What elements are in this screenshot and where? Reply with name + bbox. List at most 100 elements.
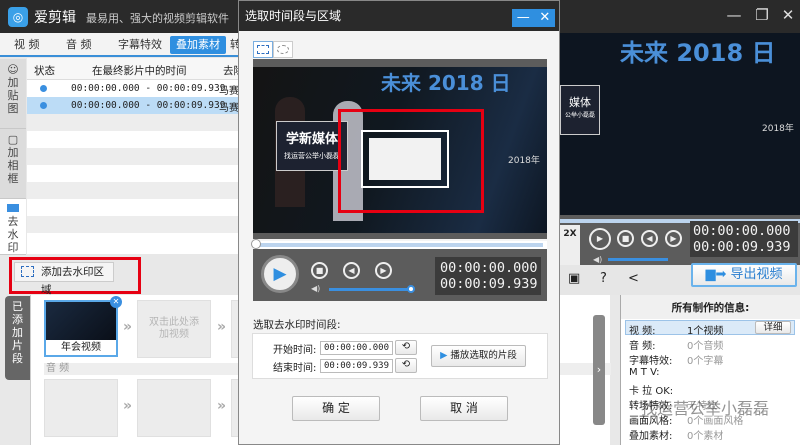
side-tab-frame[interactable]: ▢ 加相框 (0, 129, 26, 199)
side-tab-watermark[interactable]: 去水印 (0, 199, 26, 255)
close-button[interactable]: ✕ (778, 6, 798, 24)
stop-icon[interactable]: ■ (311, 262, 328, 279)
tab-overlay[interactable]: 叠加素材 (170, 36, 226, 54)
stop-icon[interactable]: ■ (617, 230, 634, 247)
main-preview-video: 未来 2018 日 媒体 公举小磊磊 2018年 (560, 33, 800, 215)
export-video-button[interactable]: ▆➡ 导出视频 (691, 263, 797, 287)
set-start-time-icon[interactable]: ⟲ (395, 340, 417, 355)
start-time-input[interactable]: 00:00:00.000 (320, 341, 393, 355)
info-row: 字幕特效: 0个字幕 (629, 356, 724, 367)
header-status: 状态 (34, 65, 55, 77)
info-title: 所有制作的信息: (621, 295, 800, 319)
clip-image (46, 302, 116, 340)
cancel-button[interactable]: 取 消 (420, 396, 508, 421)
info-row: 音 频: 0个音频 (629, 341, 724, 352)
video-banner-text: 未来 2018 日 (381, 71, 511, 95)
sticker-icon: ☺ (7, 63, 19, 76)
header-time: 在最终影片中的时间 (92, 65, 187, 77)
watermark-overlay: 找运营公举小磊磊 (641, 399, 770, 418)
table-row[interactable]: 00:00:00.000 - 00:00:09.939马赛克 (27, 80, 238, 97)
speed-button[interactable]: 2X (560, 225, 580, 265)
minimize-button[interactable]: — (724, 6, 744, 24)
dialog-seek-bar[interactable] (251, 239, 547, 249)
app-name: 爱剪辑 (34, 10, 76, 26)
seek-handle[interactable] (251, 239, 261, 249)
set-end-time-icon[interactable]: ⟲ (395, 358, 417, 373)
export-icon: ▆➡ (705, 267, 731, 282)
added-clips-tab[interactable]: 已添加片段 (5, 296, 30, 380)
dialog-controls: ▶ ■ ◀ ▶ ◀) 00:00:00.000 00:00:09.939 (253, 249, 547, 301)
add-watermark-region-button[interactable]: 添加去水印区域 (14, 262, 114, 296)
preview-time-display: 00:00:00.000 00:00:09.939 (690, 221, 798, 257)
start-time-label: 开始时间: (273, 345, 317, 356)
next-frame-icon[interactable]: ▶ (375, 262, 392, 279)
info-row: 叠加素材: 0个素材 (629, 431, 724, 442)
header-method: 去除 (223, 65, 238, 77)
prev-frame-icon[interactable]: ◀ (641, 230, 658, 247)
add-video-slot[interactable]: 双击此处添加视频 (137, 300, 211, 358)
volume-slider[interactable] (329, 285, 415, 293)
clip-label: 年会视频 (61, 342, 101, 353)
share-icon[interactable]: < (628, 271, 639, 286)
dialog-close-icon[interactable]: ✕ (539, 9, 550, 27)
save-icon[interactable]: ▣ (568, 271, 580, 286)
preview-date-text: 2018年 (762, 124, 794, 134)
film-reel-icon: ◎ (8, 7, 28, 27)
arrow-icon: » (123, 319, 133, 335)
end-time-input[interactable]: 00:00:09.939 (320, 359, 393, 373)
clip-thumbnail[interactable]: 年会视频 ✕ (44, 296, 122, 357)
rectangle-select-icon[interactable] (253, 41, 273, 58)
audio-slot[interactable] (137, 379, 211, 437)
preview-banner-text: 未来 2018 日 (620, 39, 776, 67)
table-row[interactable]: 00:00:00.000 - 00:00:09.939马赛克 (27, 97, 238, 114)
remove-clip-icon[interactable]: ✕ (110, 296, 122, 308)
volume-icon: ◀) (593, 255, 603, 264)
collapse-panel-handle[interactable]: › (593, 315, 605, 425)
tab-video[interactable]: 视 频 (8, 36, 46, 54)
arrow-icon: » (217, 319, 227, 335)
volume-icon: ◀) (311, 284, 321, 293)
add-region-icon (21, 266, 34, 277)
detail-button[interactable]: 详细 (755, 321, 791, 334)
row-time: 00:00:00.000 - 00:00:09.939 (71, 100, 226, 111)
prev-frame-icon[interactable]: ◀ (343, 262, 360, 279)
time-section-box: 开始时间: 00:00:00.000 ⟲ 结束时间: 00:00:09.939 … (252, 333, 548, 379)
tab-audio[interactable]: 音 频 (60, 36, 98, 54)
watermark-icon (7, 204, 19, 212)
table-header: 状态 在最终影片中的时间 去除 (27, 58, 238, 80)
row-method: 马赛克 (219, 86, 238, 97)
status-dot (40, 102, 47, 109)
next-frame-icon[interactable]: ▶ (665, 230, 682, 247)
frame-icon: ▢ (7, 133, 19, 146)
video-date-text: 2018年 (508, 156, 540, 166)
play-icon[interactable]: ▶ (589, 228, 611, 250)
side-tab-label: 加相框 (7, 146, 19, 185)
preview-sign: 媒体 公举小磊磊 (560, 85, 600, 135)
app-tagline: 最易用、强大的视频剪辑软件 (86, 12, 229, 25)
arrow-icon: » (123, 398, 133, 414)
button-label: 播放选取的片段 (450, 350, 517, 361)
ok-button[interactable]: 确 定 (292, 396, 380, 421)
slot-text: 双击此处添加视频 (149, 317, 199, 340)
volume-slider[interactable] (608, 258, 668, 261)
play-selection-button[interactable]: ▶ 播放选取的片段 (431, 345, 526, 367)
restore-button[interactable]: ❐ (752, 6, 772, 24)
row-time: 00:00:00.000 - 00:00:09.939 (71, 83, 226, 94)
side-tab-label: 去水印 (7, 215, 19, 254)
dialog-time-display: 00:00:00.000 00:00:09.939 (435, 257, 541, 295)
production-info-panel: 所有制作的信息: 详细 视 频: 1个视频 音 频: 0个音频 字幕特效: 0个字幕 … (620, 295, 800, 445)
preview-controls: 2X ▶ ■ ◀ ▶ ◀) 00:00:00.000 00:00:09.939 (560, 215, 800, 265)
dialog-minimize-icon[interactable]: — (517, 9, 530, 27)
tab-subtitle-effects[interactable]: 字幕特效 (112, 36, 168, 54)
select-region-dialog: 选取时间段与区域 — ✕ 未来 2018 日 学新媒体 找运营公举小磊磊 2018年… (238, 0, 560, 445)
side-tab-label: 加贴图 (7, 76, 19, 115)
side-tab-sticker[interactable]: ☺ 加贴图 (0, 59, 26, 129)
ellipse-select-icon[interactable] (273, 41, 293, 58)
play-icon: ▶ (440, 350, 451, 361)
audio-slot[interactable] (44, 379, 118, 437)
button-label: 导出视频 (730, 267, 783, 282)
help-icon[interactable]: ? (600, 271, 607, 286)
play-icon[interactable]: ▶ (261, 255, 299, 293)
info-row: M T V: (629, 367, 660, 378)
arrow-icon: » (217, 398, 227, 414)
